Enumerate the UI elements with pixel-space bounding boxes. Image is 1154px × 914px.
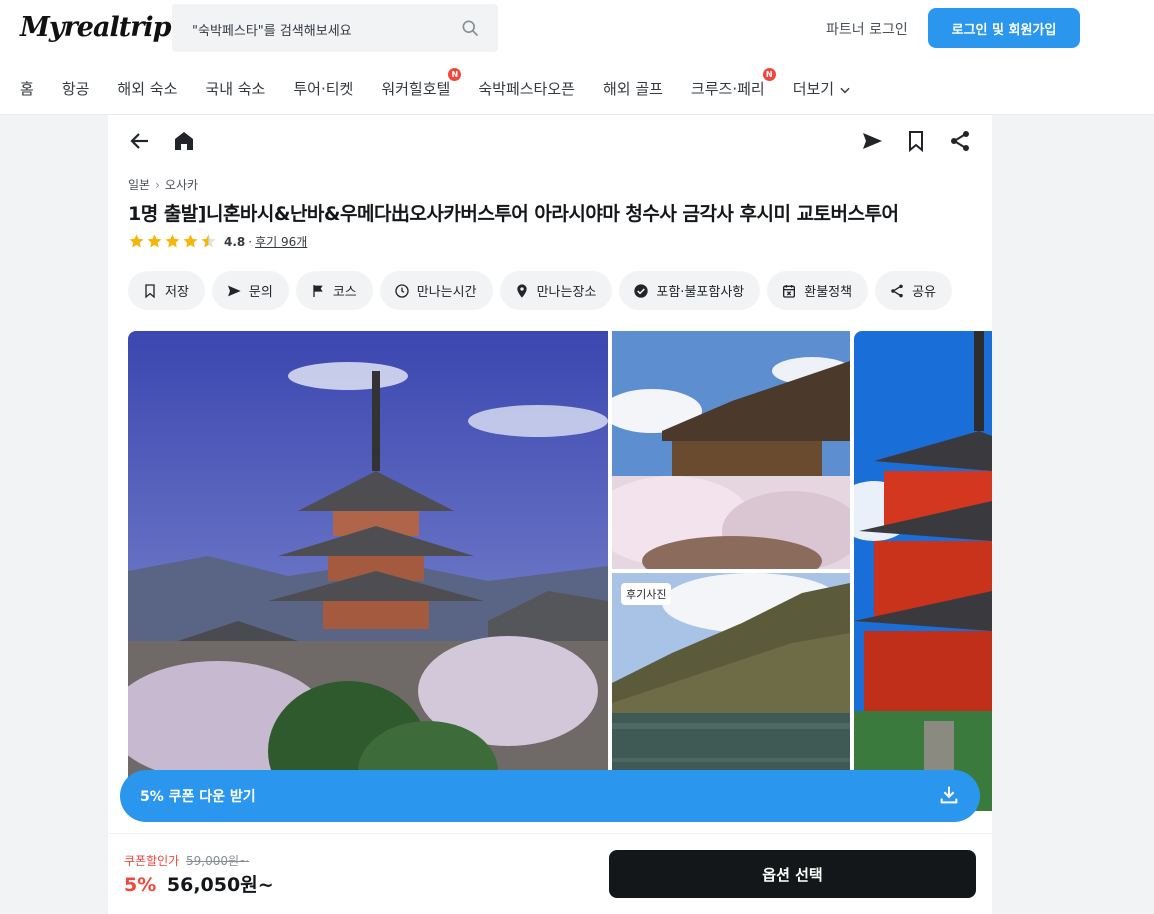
rating-row: 4.8 · 후기 96개 [128, 233, 307, 250]
main-nav: 홈 항공 해외 숙소 국내 숙소 투어·티켓 워커힐호텔 N 숙박페스타오픈 해외… [20, 68, 880, 102]
half-star-icon [201, 234, 216, 248]
nav-label: 해외 숙소 [117, 80, 178, 98]
nav-item-home[interactable]: 홈 [20, 78, 34, 102]
chip-label: 공유 [912, 285, 937, 300]
nav-label: 홈 [20, 80, 34, 98]
star-icon [147, 234, 162, 248]
red-pagoda-photo [854, 331, 992, 811]
star-icon [129, 234, 144, 248]
gallery-image-2[interactable] [612, 331, 850, 569]
product-title: 1명 출발]니혼바시&난바&우메다出오사카버스투어 아라시야마 청수사 금각사 … [128, 203, 899, 225]
top-header: Myrealtrip "숙박페스타"를 검색해보세요 파트너 로그인 로그인 및… [0, 0, 1154, 115]
back-arrow-icon[interactable] [128, 129, 152, 153]
original-price: 59,000원~ [186, 854, 250, 868]
breadcrumb-country[interactable]: 일본 [128, 176, 150, 193]
nav-item-golf[interactable]: 해외 골프 [603, 78, 663, 102]
nav-item-flights[interactable]: 항공 [62, 78, 90, 102]
product-panel: 일본 › 오사카 1명 출발]니혼바시&난바&우메다出오사카버스투어 아라시야마… [108, 115, 992, 914]
nav-item-stay-festa[interactable]: 숙박페스타오픈 [478, 78, 575, 102]
send-icon[interactable] [860, 129, 884, 153]
nav-label: 워커힐호텔 [381, 80, 451, 98]
chip-meeting-time[interactable]: 만나는시간 [379, 271, 493, 310]
final-price-row: 5% 56,050원~ [124, 870, 274, 897]
purchase-bar: 쿠폰할인가 59,000원~ 5% 56,050원~ 옵션 선택 [108, 833, 992, 914]
location-pin-icon [516, 283, 527, 298]
chip-label: 코스 [332, 285, 357, 300]
nav-item-tours-tickets[interactable]: 투어·티켓 [293, 78, 353, 102]
logo[interactable]: Myrealtrip [20, 12, 172, 43]
partner-login-link[interactable]: 파트너 로그인 [826, 19, 908, 39]
coupon-price-label: 쿠폰할인가 [124, 854, 180, 868]
chip-label: 만나는장소 [536, 285, 597, 300]
new-badge: N [448, 68, 462, 81]
nav-item-walkerhill[interactable]: 워커힐호텔 N [381, 68, 462, 102]
chip-label: 저장 [165, 285, 189, 300]
nav-label: 숙박페스타오픈 [478, 80, 575, 98]
chip-label: 만나는시간 [416, 285, 477, 300]
photo-gallery: 후기사진 [128, 331, 992, 811]
gallery-image-4[interactable] [854, 331, 992, 811]
nav-item-overseas-stay[interactable]: 해외 숙소 [117, 78, 177, 102]
rating-score: 4.8 [224, 234, 246, 249]
coupon-label: 5% 쿠폰 다운 받기 [140, 789, 256, 805]
nav-label: 국내 숙소 [205, 80, 266, 98]
star-rating [128, 233, 218, 250]
nav-label: 항공 [61, 80, 90, 98]
chip-course[interactable]: 코스 [295, 271, 373, 310]
share-icon[interactable] [948, 129, 972, 153]
temple-blossom-photo [612, 331, 850, 569]
price-summary: 쿠폰할인가 59,000원~ [124, 852, 249, 869]
nav-label: 더보기 [792, 80, 835, 98]
login-signup-button[interactable]: 로그인 및 회원가입 [928, 8, 1080, 48]
pagoda-photo [128, 331, 608, 811]
gallery-main-image[interactable] [128, 331, 608, 811]
new-badge: N [762, 68, 776, 81]
nav-item-more[interactable]: 더보기 [793, 78, 852, 102]
home-icon[interactable] [172, 129, 196, 153]
select-option-button[interactable]: 옵션 선택 [609, 850, 976, 898]
nav-item-cruise-ferry[interactable]: 크루즈·페리 N [690, 68, 776, 102]
search-input[interactable]: "숙박페스타"를 검색해보세요 [172, 4, 498, 52]
chevron-right-icon: › [155, 177, 160, 192]
nav-label: 크루즈·페리 [690, 80, 765, 98]
final-price: 56,050원~ [166, 874, 274, 896]
chip-meeting-place[interactable]: 만나는장소 [499, 271, 613, 310]
nav-label: 투어·티켓 [293, 80, 354, 98]
bookmark-icon[interactable] [904, 129, 928, 153]
star-icon [165, 234, 180, 248]
star-icon [183, 234, 198, 248]
separator-dot: · [248, 234, 253, 249]
chip-label: 환불정책 [804, 285, 853, 300]
review-photo-tag: 후기사진 [621, 583, 672, 605]
chip-inclusions[interactable]: 포함·불포함사항 [619, 271, 761, 310]
breadcrumb: 일본 › 오사카 [128, 176, 198, 193]
chevron-down-icon [840, 87, 850, 93]
calendar-icon [783, 284, 796, 298]
clock-icon [395, 283, 409, 298]
nav-item-domestic-stay[interactable]: 국내 숙소 [205, 78, 265, 102]
chip-share[interactable]: 공유 [875, 271, 953, 310]
chip-refund-policy[interactable]: 환불정책 [767, 271, 869, 310]
search-placeholder: "숙박페스타"를 검색해보세요 [192, 24, 352, 39]
reviews-link[interactable]: 후기 96개 [255, 233, 307, 250]
chip-label: 포함·불포함사항 [656, 285, 745, 300]
flag-icon [313, 284, 323, 297]
coupon-download-bar[interactable]: 5% 쿠폰 다운 받기 [120, 770, 980, 822]
share-icon [891, 284, 903, 297]
discount-percent: 5% [124, 874, 157, 896]
chip-save[interactable]: 저장 [128, 271, 205, 310]
action-chips: 저장 문의 코스 만나는시간 만나는장소 포함·불포함사항 환불정책 공유 [128, 271, 959, 310]
send-icon [227, 285, 241, 296]
breadcrumb-city[interactable]: 오사카 [165, 176, 198, 193]
nav-label: 해외 골프 [602, 80, 663, 98]
search-icon[interactable] [460, 18, 480, 38]
bookmark-icon [145, 283, 155, 298]
download-icon [940, 786, 958, 804]
chip-inquiry[interactable]: 문의 [211, 271, 289, 310]
check-circle-icon [634, 283, 649, 298]
chip-label: 문의 [248, 285, 273, 300]
